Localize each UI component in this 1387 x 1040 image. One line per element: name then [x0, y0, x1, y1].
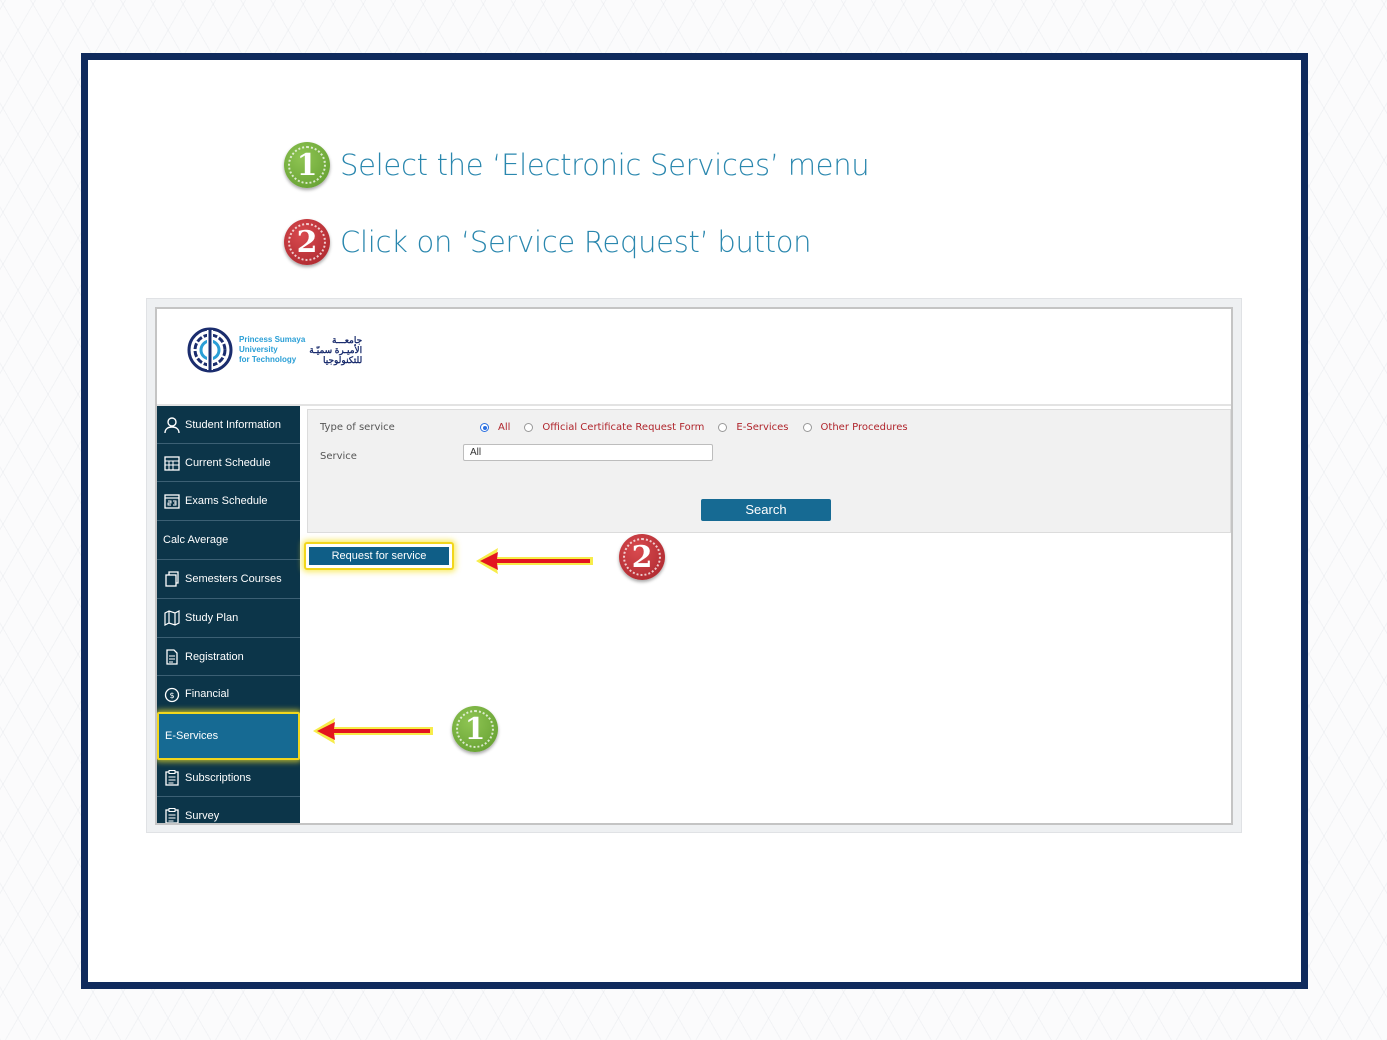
svg-text:$: $	[169, 691, 174, 700]
instruction-step-1: 1 Select the ‘Electronic Services’ menu	[284, 140, 870, 190]
radio-all-dot	[480, 423, 489, 432]
main-content: Type of service All Official Certificate…	[300, 406, 1231, 823]
sidebar-item-label: Subscriptions	[185, 772, 252, 784]
radio-e-services-dot	[718, 423, 728, 432]
sidebar-item-label: Semesters Courses	[185, 573, 282, 585]
radio-official-certificate-label: Official Certificate Request Form	[542, 422, 705, 433]
service-type-radios: All Official Certificate Request Form E-…	[480, 422, 922, 433]
sidebar-item-subscriptions[interactable]: Subscriptions	[157, 760, 300, 797]
sidebar-item-study-plan[interactable]: Study Plan	[157, 599, 300, 638]
service-filter-panel: Type of service All Official Certificate…	[307, 409, 1231, 533]
psut-emblem-icon	[187, 327, 233, 373]
document-icon	[166, 648, 178, 665]
request-for-service-label: Request for service	[309, 547, 449, 565]
radio-all-label: All	[498, 422, 511, 433]
screenshot-panel: Princess Sumaya University for Technolog…	[146, 298, 1242, 833]
instruction-step-2: 2 Click on ‘Service Request’ button	[284, 217, 812, 267]
step-2-marker-number: 2	[631, 539, 653, 575]
sidebar-item-label: Study Plan	[185, 612, 239, 624]
sidebar-item-label: Registration	[185, 650, 244, 663]
radio-e-services[interactable]: E-Services	[718, 422, 789, 433]
sidebar-item-calc-average[interactable]: Calc Average	[157, 521, 300, 560]
step-2-marker-badge: 2	[619, 534, 665, 580]
step-1-marker-number: 1	[464, 711, 486, 747]
sidebar-item-label: E-Services	[165, 730, 219, 742]
type-of-service-label: Type of service	[320, 422, 395, 433]
logo-en-line1: Princess Sumaya	[239, 335, 306, 344]
logo-ar-line2: الأميـرة سميّـة	[309, 345, 363, 355]
calendar-23-icon	[164, 494, 180, 509]
sidebar-item-label: Calc Average	[163, 534, 229, 546]
radio-other-procedures-label: Other Procedures	[820, 422, 908, 433]
sidebar-item-exams-schedule[interactable]: Exams Schedule	[157, 482, 300, 521]
radio-other-procedures[interactable]: Other Procedures	[802, 422, 908, 433]
copy-icon	[165, 571, 179, 587]
search-button[interactable]: Search	[701, 499, 831, 521]
sidebar-item-e-services[interactable]: E-Services	[157, 712, 300, 760]
radio-e-services-label: E-Services	[736, 422, 789, 433]
university-logo: Princess Sumaya University for Technolog…	[187, 327, 362, 373]
user-icon	[164, 416, 180, 433]
sidebar-item-student-information[interactable]: Student Information	[157, 406, 300, 444]
arrow-left-icon	[476, 548, 593, 574]
sidebar-item-label: Exams Schedule	[185, 495, 268, 507]
radio-official-certificate[interactable]: Official Certificate Request Form	[524, 422, 704, 433]
logo-ar-line3: للتكنولوجيا	[323, 355, 363, 365]
step-1-marker-badge: 1	[452, 706, 498, 752]
portal-header: Princess Sumaya University for Technolog…	[157, 309, 1231, 406]
radio-all[interactable]: All	[480, 422, 510, 433]
service-label: Service	[320, 451, 357, 462]
instruction-text-1: Select the ‘Electronic Services’ menu	[340, 148, 870, 182]
map-icon	[164, 610, 180, 626]
calendar-icon	[164, 455, 180, 471]
step-1-badge: 1	[284, 142, 330, 188]
logo-en-line2: University	[239, 345, 278, 354]
sidebar-item-current-schedule[interactable]: Current Schedule	[157, 444, 300, 482]
sidebar-item-survey[interactable]: Survey	[157, 797, 300, 823]
request-for-service-button[interactable]: Request for service	[304, 542, 454, 570]
sidebar-item-label: Survey	[185, 810, 220, 822]
sidebar-item-label: Financial	[185, 688, 230, 700]
sidebar-item-registration[interactable]: Registration	[157, 638, 300, 676]
sidebar-menu: Student Information Current Schedule Exa…	[157, 406, 300, 823]
sidebar-item-label: Current Schedule	[185, 456, 271, 469]
sidebar-item-semesters-courses[interactable]: Semesters Courses	[157, 560, 300, 599]
logo-en-line3: for Technology	[239, 355, 297, 364]
clipboard-icon	[165, 770, 179, 786]
radio-other-procedures-dot	[802, 423, 812, 432]
instruction-text-2: Click on ‘Service Request’ button	[340, 225, 812, 259]
step-1-number: 1	[296, 147, 318, 183]
dollar-icon: $	[164, 687, 180, 703]
sidebar-item-label: Student Information	[185, 418, 282, 431]
arrow-left-icon	[313, 718, 433, 744]
sidebar-item-financial[interactable]: $ Financial	[157, 676, 300, 712]
logo-ar-line1: جامعـــة	[331, 335, 363, 345]
clipboard-icon	[165, 808, 179, 823]
service-select[interactable]: All	[463, 444, 713, 461]
step-2-badge: 2	[284, 219, 330, 265]
radio-official-certificate-dot	[524, 423, 534, 432]
step-2-number: 2	[296, 224, 318, 260]
